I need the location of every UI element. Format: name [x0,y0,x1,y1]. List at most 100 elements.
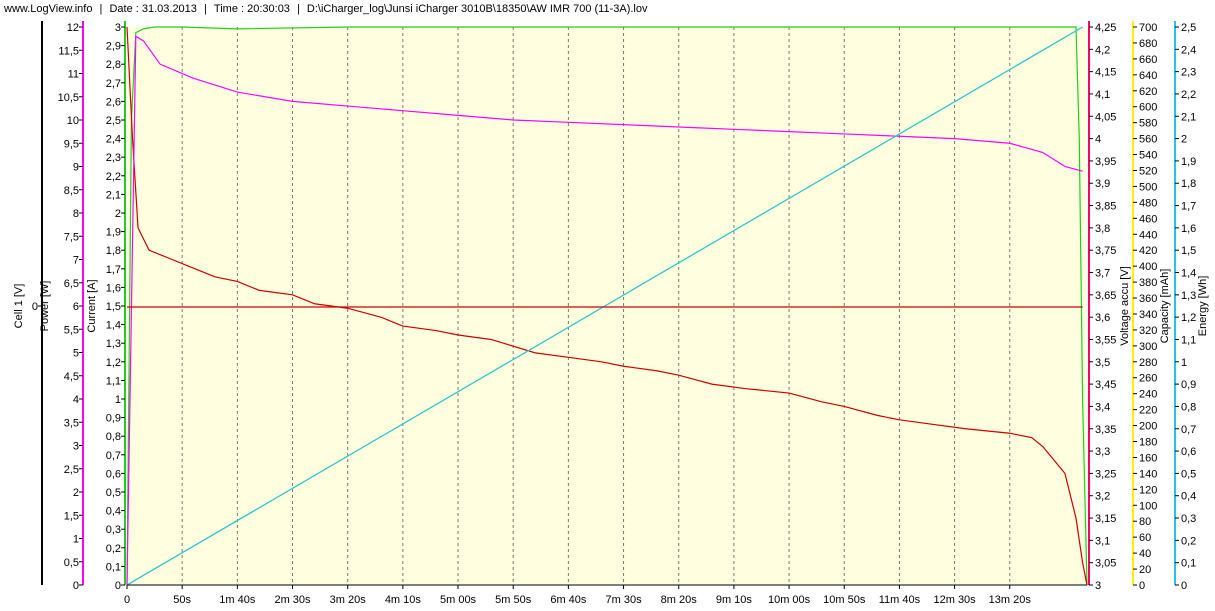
capacity-tick-label: 660 [1139,54,1157,66]
x-tick-label: 3m 20s [330,594,367,606]
current-tick-label: 0,9 [106,413,121,425]
x-tick-label: 50s [173,594,191,606]
capacity-tick-label: 240 [1139,389,1157,401]
power-axis-title: Power [W] [39,281,51,332]
voltage-tick-label: 3,65 [1095,290,1116,302]
current-tick-label: 1,4 [106,320,121,332]
power-tick-label: 2 [73,487,79,499]
current-tick-label: 2,7 [106,78,121,90]
cell1-axis-title: Cell 1 [V] [13,284,25,329]
capacity-tick-label: 520 [1139,165,1157,177]
capacity-tick-label: 280 [1139,357,1157,369]
power-tick-label: 8,5 [64,185,79,197]
cell1-tick-label: 0 [32,301,38,313]
current-tick-label: 3 [115,22,121,34]
capacity-tick-label: 420 [1139,245,1157,257]
current-tick-label: 1,7 [106,264,121,276]
voltage-tick-label: 4,05 [1095,111,1116,123]
current-tick-label: 2,6 [106,96,121,108]
power-tick-label: 2,5 [64,464,79,476]
energy-tick-label: 1,6 [1181,223,1196,235]
voltage-axis-title: Voltage accu [V] [1119,266,1131,346]
current-tick-label: 0,4 [106,506,121,518]
power-tick-label: 1 [73,534,79,546]
voltage-tick-label: 3 [1095,580,1101,592]
current-tick-label: 2,5 [106,115,121,127]
current-tick-label: 0 [115,580,121,592]
capacity-tick-label: 160 [1139,452,1157,464]
power-tick-label: 7 [73,255,79,267]
capacity-tick-label: 620 [1139,86,1157,98]
voltage-tick-label: 3,95 [1095,156,1116,168]
voltage-tick-label: 3,15 [1095,513,1116,525]
x-tick-label: 4m 10s [385,594,422,606]
energy-tick-label: 0,7 [1181,424,1196,436]
voltage-tick-label: 3,25 [1095,468,1116,480]
energy-tick-label: 2 [1181,134,1187,146]
current-tick-label: 0,2 [106,543,121,555]
energy-tick-label: 1,2 [1181,312,1196,324]
x-tick-label: 2m 30s [274,594,311,606]
capacity-tick-label: 680 [1139,38,1157,50]
capacity-tick-label: 600 [1139,102,1157,114]
voltage-tick-label: 3,85 [1095,201,1116,213]
current-tick-label: 1,1 [106,375,121,387]
power-tick-label: 3 [73,441,79,453]
power-tick-label: 3,5 [64,417,79,429]
energy-tick-label: 2,2 [1181,89,1196,101]
capacity-tick-label: 540 [1139,150,1157,162]
x-tick-label: 10m 00s [768,594,811,606]
power-tick-label: 5 [73,348,79,360]
voltage-tick-label: 3,3 [1095,446,1110,458]
power-tick-label: 11,5 [58,45,79,57]
power-tick-label: 0,5 [64,557,79,569]
voltage-tick-label: 4 [1095,134,1101,146]
current-tick-label: 0,7 [106,450,121,462]
energy-tick-label: 1,8 [1181,178,1196,190]
current-tick-label: 1,3 [106,338,121,350]
x-tick-label: 8m 20s [661,594,698,606]
energy-tick-label: 0 [1181,580,1187,592]
voltage-tick-label: 3,1 [1095,535,1110,547]
energy-tick-label: 1 [1181,357,1187,369]
current-tick-label: 2,9 [106,41,121,53]
energy-tick-label: 1,4 [1181,268,1196,280]
voltage-tick-label: 3,35 [1095,424,1116,436]
capacity-tick-label: 80 [1139,516,1151,528]
x-tick-label: 7m 30s [606,594,643,606]
power-tick-label: 10 [67,115,79,127]
x-tick-label: 1m 40s [219,594,256,606]
capacity-tick-label: 480 [1139,197,1157,209]
power-tick-label: 9,5 [64,138,79,150]
capacity-tick-label: 640 [1139,70,1157,82]
current-tick-label: 2,8 [106,59,121,71]
current-tick-label: 0,3 [106,524,121,536]
voltage-tick-label: 3,45 [1095,379,1116,391]
current-tick-label: 0,1 [106,561,121,573]
power-tick-label: 0 [73,580,79,592]
voltage-tick-label: 3,8 [1095,223,1110,235]
capacity-tick-label: 260 [1139,373,1157,385]
energy-tick-label: 0,1 [1181,558,1196,570]
power-tick-label: 6,5 [64,278,79,290]
voltage-tick-label: 4,25 [1095,22,1116,34]
capacity-tick-label: 180 [1139,437,1157,449]
power-tick-label: 6 [73,301,79,313]
energy-axis-title: Energy [Wh] [1197,276,1209,337]
power-tick-label: 4 [73,394,79,406]
capacity-tick-label: 460 [1139,213,1157,225]
current-tick-label: 2,2 [106,171,121,183]
energy-tick-label: 2,4 [1181,44,1196,56]
capacity-tick-label: 400 [1139,261,1157,273]
current-tick-label: 0,6 [106,468,121,480]
energy-tick-label: 2,5 [1181,22,1196,34]
capacity-tick-label: 60 [1139,532,1151,544]
energy-tick-label: 0,5 [1181,468,1196,480]
current-tick-label: 2 [115,208,121,220]
energy-tick-label: 1,5 [1181,245,1196,257]
energy-tick-label: 1,7 [1181,201,1196,213]
current-tick-label: 2,3 [106,152,121,164]
energy-tick-label: 0,8 [1181,401,1196,413]
energy-tick-label: 1,9 [1181,156,1196,168]
voltage-tick-label: 3,4 [1095,401,1110,413]
